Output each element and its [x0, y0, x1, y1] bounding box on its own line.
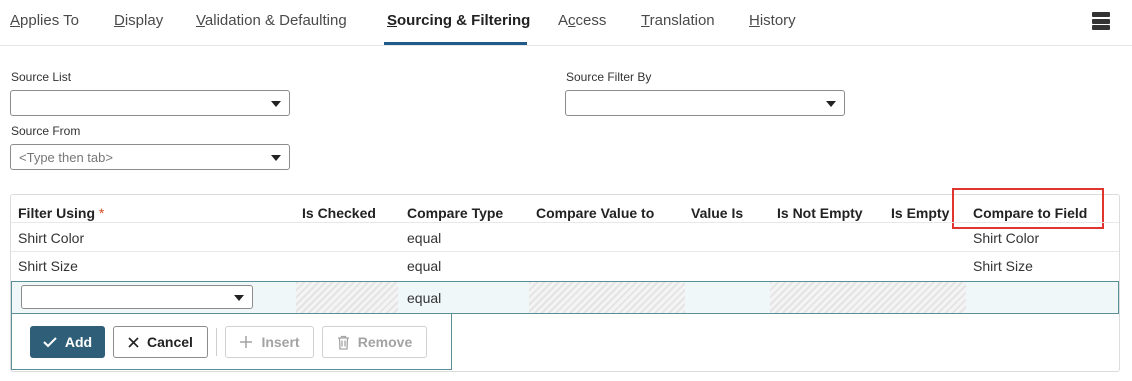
disabled-cell-not-empty-empty: [770, 282, 966, 313]
tab-sourcing-filtering[interactable]: Sourcing & Filtering: [387, 12, 530, 29]
cell-compare-type: equal: [407, 258, 442, 274]
chevron-down-icon: [826, 101, 836, 107]
menu-icon[interactable]: [1092, 12, 1110, 30]
source-list-select[interactable]: [10, 90, 290, 116]
cell-compare-to-field: Shirt Size: [973, 258, 1033, 274]
tab-access[interactable]: Access: [558, 12, 606, 29]
row-divider: [11, 222, 1119, 223]
chevron-down-icon: [234, 295, 244, 301]
tab-translation[interactable]: Translation: [641, 12, 715, 29]
filter-using-select[interactable]: [21, 285, 253, 309]
check-icon: [43, 337, 57, 348]
required-mark: *: [98, 205, 105, 221]
disabled-cell-compare-value-to: [529, 282, 685, 313]
cell-compare-to-field: Shirt Color: [973, 230, 1040, 246]
edit-cell-compare-type[interactable]: equal: [407, 290, 441, 306]
chevron-down-icon: [271, 155, 281, 161]
remove-button-label: Remove: [357, 334, 413, 350]
chevron-down-icon: [271, 101, 281, 107]
column-header-compare-type[interactable]: Compare Type: [407, 205, 503, 221]
cancel-button[interactable]: Cancel: [113, 326, 208, 358]
plus-icon: [240, 336, 253, 348]
column-header-compare-value-to[interactable]: Compare Value to: [536, 205, 654, 221]
trash-icon: [337, 335, 349, 350]
close-icon: [128, 336, 139, 348]
active-tab-indicator: [384, 42, 527, 45]
cell-filter-using: Shirt Color: [18, 230, 85, 246]
source-from-label: Source From: [11, 124, 81, 138]
source-list-label: Source List: [11, 70, 72, 84]
cancel-button-label: Cancel: [147, 334, 193, 350]
source-from-field[interactable]: <Type then tab>: [10, 144, 290, 170]
insert-button-label: Insert: [261, 334, 300, 350]
source-filter-by-label: Source Filter By: [566, 70, 652, 84]
button-separator: [216, 328, 217, 356]
column-header-value-is[interactable]: Value Is: [691, 205, 743, 221]
remove-button[interactable]: Remove: [322, 326, 427, 358]
column-header-is-empty[interactable]: Is Empty: [891, 205, 949, 221]
column-header-is-checked[interactable]: Is Checked: [302, 205, 376, 221]
source-from-placeholder: <Type then tab>: [19, 150, 113, 165]
add-button[interactable]: Add: [30, 326, 105, 358]
tab-display[interactable]: Display: [114, 12, 163, 29]
column-header-is-not-empty[interactable]: Is Not Empty: [777, 205, 863, 221]
column-header-filter-using[interactable]: Filter Using *: [18, 205, 104, 221]
row-divider: [11, 251, 1119, 252]
source-filter-by-select[interactable]: [565, 90, 845, 116]
add-button-label: Add: [64, 334, 93, 350]
tab-bar: Applies To Display Validation & Defaulti…: [0, 0, 1132, 46]
cell-compare-type: equal: [407, 230, 442, 246]
tab-history[interactable]: History: [749, 12, 796, 29]
cell-filter-using: Shirt Size: [18, 258, 78, 274]
tab-applies-to[interactable]: Applies To: [10, 12, 79, 29]
tab-validation-defaulting[interactable]: Validation & Defaulting: [196, 12, 347, 29]
insert-button[interactable]: Insert: [225, 326, 314, 358]
disabled-cell-is-checked: [296, 282, 398, 313]
